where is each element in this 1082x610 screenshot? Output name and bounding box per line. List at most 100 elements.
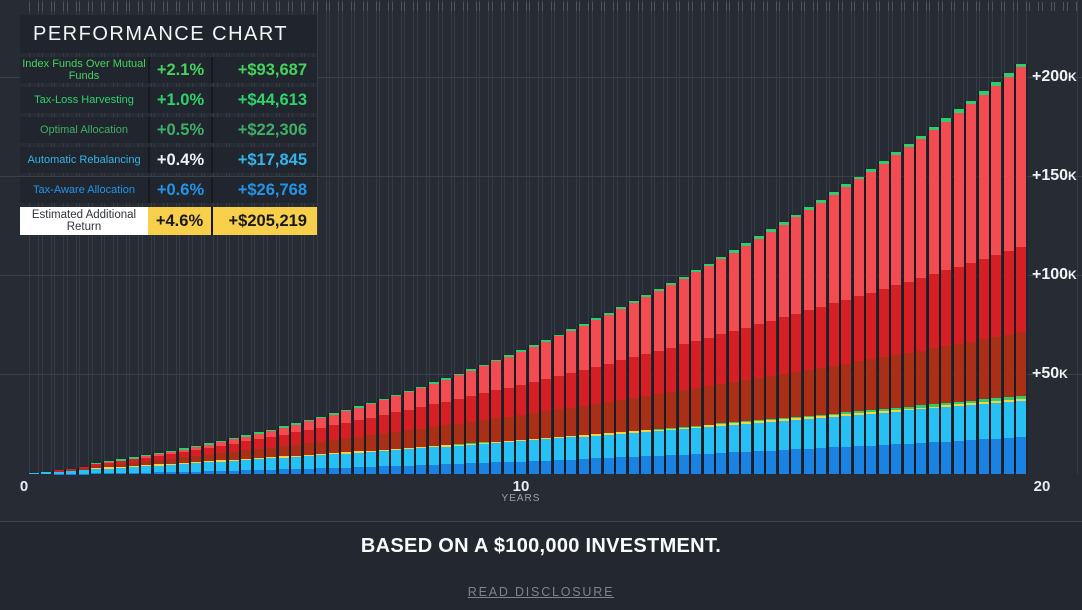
bar-segment-tax-loss-harvesting-deep <box>616 400 626 432</box>
bar-year-11.50[interactable] <box>591 318 601 474</box>
bar-year-17.50[interactable] <box>891 152 901 474</box>
x-tick-20: 20 <box>1022 478 1062 495</box>
bar-year-4.00[interactable] <box>216 441 226 474</box>
bar-year-6.00[interactable] <box>316 417 326 474</box>
bar-year-15.00[interactable] <box>766 229 776 474</box>
bar-year-19.25[interactable] <box>979 91 989 474</box>
bar-year-1.25[interactable] <box>79 467 89 474</box>
bar-year-9.50[interactable] <box>491 360 501 474</box>
bar-year-17.00[interactable] <box>866 169 876 474</box>
legend-row-index-funds[interactable]: Index Funds Over Mutual Funds +2.1% +$93… <box>20 57 317 83</box>
bar-year-16.75[interactable] <box>854 177 864 474</box>
bar-year-11.00[interactable] <box>566 329 576 474</box>
bar-year-2.75[interactable] <box>154 453 164 474</box>
bar-year-18.75[interactable] <box>954 109 964 474</box>
bar-year-8.00[interactable] <box>416 387 426 474</box>
bar-year-19.50[interactable] <box>991 82 1001 474</box>
bar-year-14.25[interactable] <box>729 250 739 474</box>
bar-year-13.25[interactable] <box>679 277 689 474</box>
bar-year-18.25[interactable] <box>929 127 939 474</box>
bar-year-7.00[interactable] <box>366 403 376 475</box>
bar-year-7.25[interactable] <box>379 399 389 474</box>
read-disclosure-link[interactable]: READ DISCLOSURE <box>468 585 614 599</box>
bar-year-13.75[interactable] <box>704 264 714 474</box>
bar-year-14.75[interactable] <box>754 236 764 474</box>
bar-year-8.50[interactable] <box>441 378 451 474</box>
bar-year-2.25[interactable] <box>129 457 139 474</box>
legend-row-estimated-additional-return[interactable]: Estimated Additional Return +4.6% +$205,… <box>20 207 317 235</box>
bar-year-5.25[interactable] <box>279 426 289 474</box>
bar-year-2.00[interactable] <box>116 459 126 474</box>
bar-segment-index-funds-light-red <box>354 408 364 421</box>
bar-year-12.25[interactable] <box>629 301 639 474</box>
bar-year-1.00[interactable] <box>66 469 76 474</box>
legend-row-tax-aware-allocation[interactable]: Tax-Aware Allocation +0.6% +$26,768 <box>20 177 317 203</box>
bar-year-16.25[interactable] <box>829 192 839 474</box>
bar-segment-tax-aware-allocation <box>829 447 839 474</box>
bar-year-6.75[interactable] <box>354 406 364 474</box>
legend-row-automatic-rebalancing[interactable]: Automatic Rebalancing +0.4% +$17,845 <box>20 147 317 173</box>
bar-segment-index-funds-light-red <box>966 104 976 263</box>
bar-year-0.25[interactable] <box>29 473 39 474</box>
bar-year-19.75[interactable] <box>1004 73 1014 474</box>
bar-year-5.75[interactable] <box>304 420 314 474</box>
bar-year-3.00[interactable] <box>166 451 176 474</box>
bar-year-3.50[interactable] <box>191 446 201 474</box>
bar-year-9.00[interactable] <box>466 369 476 474</box>
bar-year-1.50[interactable] <box>91 463 101 474</box>
bar-year-8.75[interactable] <box>454 374 464 474</box>
bar-year-11.25[interactable] <box>579 324 589 474</box>
bar-segment-automatic-rebalancing <box>229 461 239 471</box>
bar-year-15.25[interactable] <box>779 222 789 474</box>
bar-year-10.00[interactable] <box>516 350 526 474</box>
bar-year-0.50[interactable] <box>41 472 51 474</box>
bar-year-7.50[interactable] <box>391 395 401 474</box>
bar-year-5.00[interactable] <box>266 430 276 475</box>
bar-year-16.00[interactable] <box>816 200 826 474</box>
bar-year-15.75[interactable] <box>804 207 814 474</box>
bar-year-10.50[interactable] <box>541 340 551 474</box>
bar-year-5.50[interactable] <box>291 423 301 474</box>
bar-year-9.75[interactable] <box>504 355 514 474</box>
bar-year-6.50[interactable] <box>341 410 351 474</box>
bar-year-17.25[interactable] <box>879 161 889 474</box>
bar-year-18.00[interactable] <box>916 136 926 475</box>
bar-year-14.00[interactable] <box>716 257 726 474</box>
grid-tick <box>204 2 214 11</box>
bar-segment-index-funds-red <box>504 388 514 417</box>
bar-year-6.25[interactable] <box>329 413 339 474</box>
bar-year-4.25[interactable] <box>229 438 239 474</box>
bar-year-12.00[interactable] <box>616 307 626 474</box>
grid-tick <box>304 2 314 11</box>
bar-year-3.25[interactable] <box>179 448 189 474</box>
bar-year-3.75[interactable] <box>204 443 214 474</box>
bar-year-11.75[interactable] <box>604 313 614 474</box>
y-axis-tick-label: +150K <box>1032 167 1082 185</box>
bar-year-9.25[interactable] <box>479 365 489 474</box>
bar-year-17.75[interactable] <box>904 144 914 474</box>
bar-year-13.50[interactable] <box>691 270 701 474</box>
bar-year-1.75[interactable] <box>104 461 114 474</box>
bar-year-20.00[interactable] <box>1016 64 1026 474</box>
bar-year-12.75[interactable] <box>654 289 664 474</box>
legend-row-optimal-allocation[interactable]: Optimal Allocation +0.5% +$22,306 <box>20 117 317 143</box>
bar-year-19.00[interactable] <box>966 101 976 474</box>
legend-row-label: Index Funds Over Mutual Funds <box>20 58 148 82</box>
bar-year-7.75[interactable] <box>404 391 414 474</box>
bar-year-16.50[interactable] <box>841 184 851 474</box>
bar-year-10.75[interactable] <box>554 335 564 474</box>
bar-year-15.50[interactable] <box>791 215 801 474</box>
bar-year-4.75[interactable] <box>254 432 264 474</box>
legend-row-tax-loss-harvesting[interactable]: Tax-Loss Harvesting +1.0% +$44,613 <box>20 87 317 113</box>
bar-year-4.50[interactable] <box>241 435 251 474</box>
bar-year-12.50[interactable] <box>641 295 651 474</box>
bar-segment-automatic-rebalancing <box>154 466 164 473</box>
bar-year-8.25[interactable] <box>429 382 439 474</box>
bar-year-10.25[interactable] <box>529 345 539 474</box>
bar-segment-index-funds-light-red <box>1016 67 1026 247</box>
bar-year-18.50[interactable] <box>941 118 951 474</box>
bar-year-0.75[interactable] <box>54 470 64 474</box>
bar-year-14.50[interactable] <box>741 243 751 474</box>
bar-year-13.00[interactable] <box>666 283 676 474</box>
bar-year-2.50[interactable] <box>141 455 151 474</box>
